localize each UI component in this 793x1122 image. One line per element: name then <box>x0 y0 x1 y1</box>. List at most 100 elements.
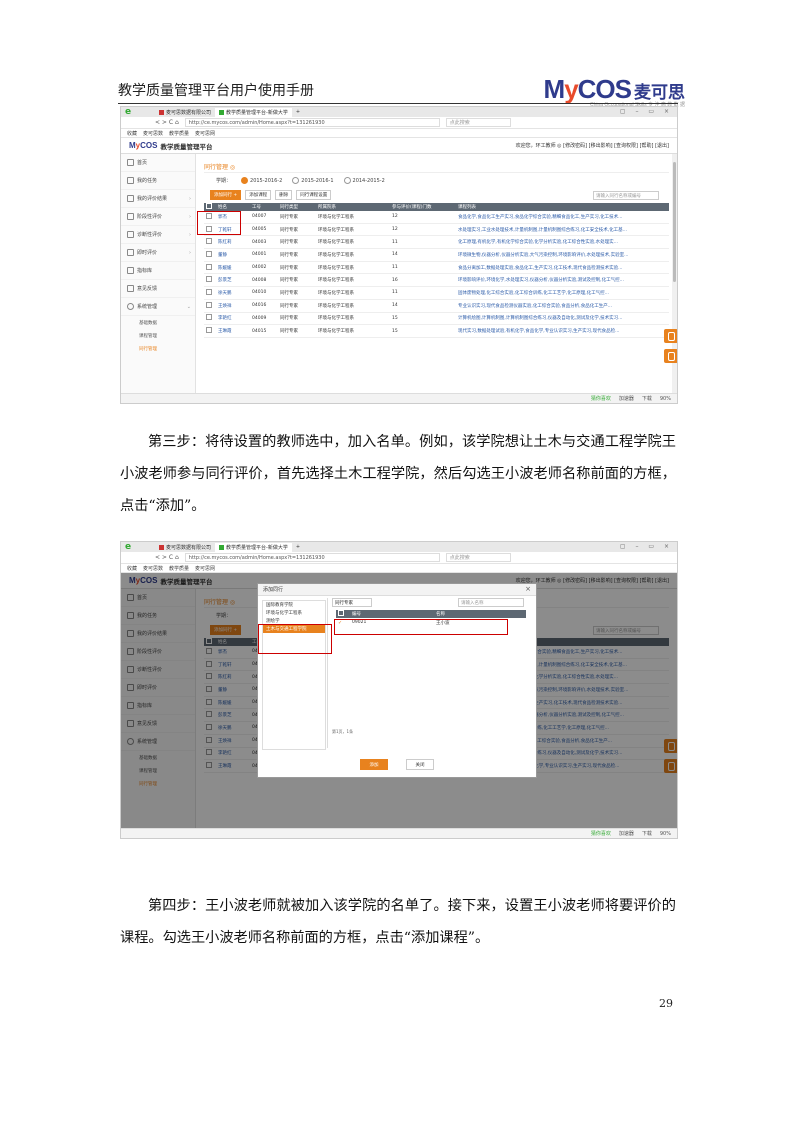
table-cell[interactable]: 徐天鹏 <box>216 286 250 300</box>
col-header: 同行类型 <box>278 203 316 211</box>
nav-buttons[interactable]: < > C ⌂ <box>155 554 179 561</box>
bookmark-item[interactable]: 麦可思数 <box>143 130 163 137</box>
status-item[interactable]: 加速器 <box>619 395 634 402</box>
add-course-button[interactable]: 添加课程 <box>245 190 272 200</box>
name-search-input[interactable]: 请输入名称 <box>458 598 524 607</box>
table-cell[interactable]: 环境微生物,仪器分析,仪器分析实验,大气污染控制,环境影响评价,水处理技术,实验… <box>456 248 669 262</box>
table-row[interactable]: 陈红莉04003同行专家环境与化学工程系11化工原理,有机化学,有机化学综合实验… <box>204 235 669 250</box>
status-item[interactable]: 下载 <box>642 830 652 837</box>
status-item[interactable]: 猜你喜欢 <box>591 830 611 837</box>
table-cell[interactable]: 李艳红 <box>216 312 250 326</box>
peer-course-settings-button[interactable]: 同行课程设置 <box>296 190 332 200</box>
url-input[interactable]: http://ce.mycos.com/admin/Home.aspx?t=13… <box>184 118 440 127</box>
table-cell[interactable]: 专业认识实习,现代食品检测仪器实验,化工综合实验,食品分析,食品化工生产... <box>456 299 669 313</box>
row-checkbox[interactable] <box>206 288 212 295</box>
close-button[interactable]: 关闭 <box>406 759 434 770</box>
row-checkbox[interactable] <box>206 276 212 283</box>
sidebar-subitem-basic-data[interactable]: 基础数据 <box>121 316 195 329</box>
select-all-checkbox[interactable] <box>338 610 344 616</box>
sidebar-item-home[interactable]: 首页 <box>121 154 195 172</box>
browser-search-input[interactable]: 点此搜索 <box>445 553 511 562</box>
table-cell[interactable]: 固体废物处理,化工综合实验,化工综合训练,化工工艺学,化工原理,化工气控... <box>456 286 669 300</box>
browser-tab-active[interactable]: 教学质量管理平台-新做大学 <box>215 107 292 117</box>
user-bar[interactable]: 欢迎您，环工教师 ◎ [修改密码] [移出影响] [查询权限] [帮助] [退出… <box>516 142 669 149</box>
status-item[interactable]: 下载 <box>642 395 652 402</box>
table-row[interactable]: 董静04001同行专家环境与化学工程系14环境微生物,仪器分析,仪器分析实验,大… <box>204 248 669 262</box>
add-button[interactable]: 添加 <box>360 759 388 770</box>
table-cell[interactable]: 陈媛媛 <box>216 261 250 275</box>
browser-tab[interactable]: 麦可思数据有限公司 <box>155 543 215 552</box>
peer-filter-input[interactable]: 请输入同行名称或编号 <box>593 191 659 200</box>
sidebar-item-feedback[interactable]: 意见反馈 <box>121 280 195 298</box>
table-cell[interactable]: 现代实习,数据处理试验,有机化学,食品化学,专业认识实习,生产实习,现代食品检.… <box>456 324 669 338</box>
table-cell[interactable]: 王焕祥 <box>216 299 250 313</box>
bookmark-item[interactable]: 麦可思网 <box>195 565 215 572</box>
browser-tab[interactable]: 麦可思数据有限公司 <box>155 108 215 117</box>
table-row[interactable]: 李艳红04009同行专家环境与化学工程系15计算机绘图,计算机制图,计算机制图综… <box>204 312 669 326</box>
table-row[interactable]: 丁乾轩04005同行专家环境与化学工程系12水处理实习,工业水处理技术,计量机制… <box>204 223 669 237</box>
sidebar-item-tasks[interactable]: 我的任务 <box>121 172 195 190</box>
table-cell[interactable]: 食品分离加工,数据处理实验,食品化工,生产实习,化工技术,现代食品检测技术实验.… <box>456 261 669 275</box>
table-cell[interactable]: 董静 <box>216 248 250 262</box>
term-radio[interactable]: 2014-2015-2 <box>343 176 385 184</box>
close-icon[interactable]: × <box>525 585 531 593</box>
row-checkbox[interactable] <box>206 314 212 321</box>
bookmark-item[interactable]: 麦可思数 <box>143 565 163 572</box>
sidebar-item-indicators[interactable]: 指标库 <box>121 262 195 280</box>
delete-button[interactable]: 删除 <box>275 190 293 200</box>
table-row[interactable]: 徐天鹏04010同行专家环境与化学工程系11固体废物处理,化工综合实验,化工综合… <box>204 286 669 300</box>
table-cell: 环境与化学工程系 <box>316 286 390 300</box>
new-tab-button[interactable]: + <box>292 543 304 552</box>
sidebar-item-instant-eval[interactable]: 即时评价 › <box>121 244 195 262</box>
window-controls[interactable]: ▢ – ▭ × <box>620 543 673 550</box>
table-cell[interactable]: 计算机绘图,计算机制图,计算机制图综合练习,仪器及自动化,测试及化学,技术实习.… <box>456 312 669 326</box>
table-cell[interactable]: 陈红莉 <box>216 235 250 250</box>
browser-tab-active[interactable]: 教学质量管理平台-新做大学 <box>215 542 292 552</box>
bookmark-item[interactable]: 收藏 <box>127 565 137 572</box>
term-radio[interactable]: 2015-2016-2 <box>241 176 282 184</box>
add-peer-button[interactable]: 添加同行 + <box>210 190 242 200</box>
table-cell[interactable]: 彭景芝 <box>216 273 250 288</box>
browser-search-input[interactable]: 点此搜索 <box>445 118 511 127</box>
sidebar-subitem-courses[interactable]: 课程管理 <box>121 329 195 342</box>
table-cell[interactable]: 食品化学,食品化工生产实习,食品化学综合实验,精细食品化工,生产实习,化工技术.… <box>456 211 669 224</box>
row-checkbox[interactable] <box>206 263 212 270</box>
sidebar-item-stage-eval[interactable]: 阶段性评价 › <box>121 208 195 226</box>
table-cell[interactable]: 化工原理,有机化学,有机化学综合实验,化学分析实验,化工综合性实验,水处理实..… <box>456 235 669 250</box>
table-cell[interactable]: 王琳霞 <box>216 324 250 338</box>
sidebar-item-results[interactable]: 我的评价结果 › <box>121 190 195 208</box>
peer-type-select[interactable]: 同行专家 <box>332 598 372 607</box>
bookmark-item[interactable]: 麦可思网 <box>195 130 215 137</box>
nav-buttons[interactable]: < > C ⌂ <box>155 119 179 126</box>
college-item[interactable]: 国际教育学院 <box>263 601 325 609</box>
bookmark-item[interactable]: 教学质量 <box>169 130 189 137</box>
table-cell[interactable]: 环境影响评价,环境化学,水处理实习,仪器分析,仪器分析实验,测试及控制,化工气控… <box>456 273 669 288</box>
zoom-level[interactable]: 90% <box>660 396 671 402</box>
college-item[interactable]: 环境与化学工程系 <box>263 609 325 617</box>
url-input[interactable]: http://ce.mycos.com/admin/Home.aspx?t=13… <box>184 553 440 562</box>
row-checkbox[interactable] <box>206 250 212 257</box>
window-controls[interactable]: ▢ – ▭ × <box>620 108 673 115</box>
row-checkbox[interactable] <box>206 327 212 334</box>
table-row[interactable]: 陈媛媛04002同行专家环境与化学工程系11食品分离加工,数据处理实验,食品化工… <box>204 261 669 275</box>
zoom-level[interactable]: 90% <box>660 831 671 837</box>
new-tab-button[interactable]: + <box>292 108 304 117</box>
chat-float-icon[interactable] <box>664 349 677 363</box>
status-item[interactable]: 加速器 <box>619 830 634 837</box>
sidebar-item-system[interactable]: 系统管理 ⌄ <box>121 298 195 316</box>
term-radio[interactable]: 2015-2016-1 <box>292 176 334 184</box>
status-item[interactable]: 猜你喜欢 <box>591 395 611 402</box>
sidebar-item-diagnostic-eval[interactable]: 诊断性评价 › <box>121 226 195 244</box>
row-checkbox[interactable] <box>206 301 212 308</box>
table-row[interactable]: 王琳霞04015同行专家环境与化学工程系15现代实习,数据处理试验,有机化学,食… <box>204 324 669 338</box>
table-cell[interactable]: 水处理实习,工业水处理技术,计量机制图,计量机制图综合练习,化工安全技术,化工基… <box>456 223 669 237</box>
sidebar-subitem-peers[interactable]: 同行管理 <box>121 342 195 355</box>
bookmark-item[interactable]: 教学质量 <box>169 565 189 572</box>
table-row[interactable]: 郭杰04007同行专家环境与化学工程系12食品化学,食品化工生产实习,食品化学综… <box>204 211 669 224</box>
table-row[interactable]: 王焕祥04016同行专家环境与化学工程系14专业认识实习,现代食品检测仪器实验,… <box>204 299 669 313</box>
table-row[interactable]: 彭景芝04008同行专家环境与化学工程系16环境影响评价,环境化学,水处理实习,… <box>204 273 669 288</box>
bookmark-item[interactable]: 收藏 <box>127 130 137 137</box>
phone-float-icon[interactable] <box>664 329 677 343</box>
row-checkbox[interactable] <box>206 238 212 245</box>
select-all-checkbox[interactable] <box>206 203 212 209</box>
